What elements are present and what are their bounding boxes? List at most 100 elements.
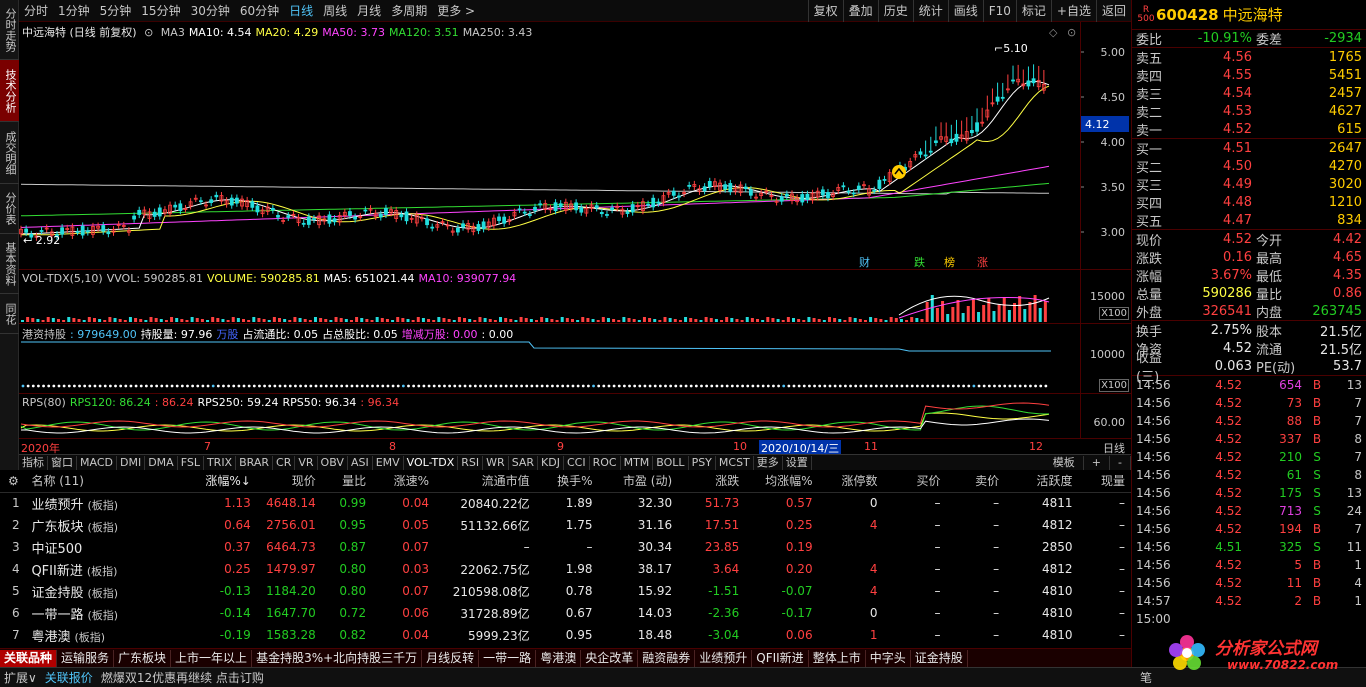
book-row[interactable]: 卖五 4.56 1765 <box>1132 48 1366 67</box>
col-speed[interactable]: 涨速% <box>372 470 435 493</box>
vtab-trades[interactable]: 成交明细 <box>0 122 19 184</box>
sector-name-cell[interactable]: QFII新进 (板指) <box>31 558 188 580</box>
table-row[interactable]: 3 中证500 0.37 6464.73 0.87 0.07 – – 30.34 23.85 0.1… <box>0 536 1131 558</box>
sector-name-cell[interactable]: 广东板块 (板指) <box>31 514 188 536</box>
col-diff[interactable]: 涨跌 <box>678 470 746 493</box>
signal-icon[interactable] <box>892 165 906 179</box>
indicator-right-0[interactable]: 模板 <box>1045 455 1084 470</box>
sector-tab-1[interactable]: 运输服务 <box>57 649 115 667</box>
indicator-tab-16[interactable]: SAR <box>509 455 539 470</box>
book-row[interactable]: 卖一 4.52 615 <box>1132 120 1366 139</box>
sector-name-cell[interactable]: 证金持股 (板指) <box>31 580 188 602</box>
indicator-tab-9[interactable]: VR <box>295 455 318 470</box>
volume-panel[interactable]: VOL-TDX(5,10) VVOL: 590285.81 VOLUME: 5902… <box>19 270 1131 324</box>
indicator-tab-18[interactable]: CCI <box>564 455 590 470</box>
history-button[interactable]: 历史 <box>877 0 913 22</box>
col-price[interactable]: 现价 <box>256 470 322 493</box>
book-row[interactable]: 买二 4.50 4270 <box>1132 157 1366 176</box>
book-row[interactable]: 卖三 4.54 2457 <box>1132 84 1366 103</box>
period-5[interactable]: 30分钟 <box>186 2 235 19</box>
rps-panel[interactable]: RPS(80) RPS120: 86.24: 86.24 RPS250: 59.24… <box>19 394 1131 438</box>
indicator-tab-8[interactable]: CR <box>273 455 296 470</box>
col-ask[interactable]: 卖价 <box>946 470 1006 493</box>
sector-tab-4[interactable]: 基金持股3%+北向持股三千万 <box>252 649 423 667</box>
restore-rights-button[interactable]: 复权 <box>807 0 843 22</box>
book-row[interactable]: 卖四 4.55 5451 <box>1132 66 1366 85</box>
draw-button[interactable]: 画线 <box>947 0 983 22</box>
indicator-tab-14[interactable]: RSI <box>458 455 484 470</box>
table-row[interactable]: 4 QFII新进 (板指) 0.25 1479.97 0.80 0.03 22062.75亿 1… <box>0 558 1131 580</box>
indicator-tab-5[interactable]: FSL <box>178 455 204 470</box>
indicator-tab-15[interactable]: WR <box>483 455 509 470</box>
sector-name-cell[interactable]: 业绩预升 (板指) <box>31 492 188 514</box>
book-row[interactable]: 买三 4.49 3020 <box>1132 175 1366 194</box>
add-watchlist-button[interactable]: +自选 <box>1050 0 1096 22</box>
period-3[interactable]: 5分钟 <box>95 2 137 19</box>
indicator-tab-4[interactable]: DMA <box>145 455 178 470</box>
overlay-button[interactable]: 叠加 <box>842 0 878 22</box>
col-activity[interactable]: 活跃度 <box>1005 470 1079 493</box>
event-marker[interactable]: 跌 <box>914 255 925 269</box>
sector-tab-7[interactable]: 粤港澳 <box>536 649 582 667</box>
table-row[interactable]: 7 粤港澳 (板指) -0.19 1583.28 0.82 0.04 5999.23亿 0.95… <box>0 624 1131 646</box>
col-bid[interactable]: 买价 <box>883 470 947 493</box>
indicator-tab-2[interactable]: MACD <box>77 455 117 470</box>
col-name[interactable]: 名称 (11) <box>31 470 189 493</box>
period-9[interactable]: 月线 <box>352 2 386 19</box>
sector-tab-9[interactable]: 融资融券 <box>638 649 696 667</box>
indicator-tab-22[interactable]: PSY <box>689 455 716 470</box>
indicator-tab-23[interactable]: MCST <box>716 455 754 470</box>
indicator-right-2[interactable]: - <box>1110 455 1131 470</box>
col-pe[interactable]: 市盈 (动) <box>598 470 679 493</box>
sector-tab-13[interactable]: 中字头 <box>866 649 911 667</box>
price-chart[interactable]: 5.004.504.003.503.00⌐5.10← 2.924.12财跌榜涨◇… <box>19 22 1131 270</box>
indicator-tab-12[interactable]: EMV <box>373 455 404 470</box>
sector-name-cell[interactable]: 粤港澳 (板指) <box>31 624 188 646</box>
indicator-tab-6[interactable]: TRIX <box>204 455 237 470</box>
indicator-tab-20[interactable]: MTM <box>621 455 654 470</box>
stats-button[interactable]: 统计 <box>912 0 948 22</box>
col-avg[interactable]: 均涨幅% <box>745 470 819 493</box>
indicator-tab-19[interactable]: ROC <box>590 455 621 470</box>
event-marker[interactable]: 财 <box>859 255 870 269</box>
sector-tab-3[interactable]: 上市一年以上 <box>171 649 253 667</box>
sector-tab-12[interactable]: 整体上市 <box>809 649 866 667</box>
vtab-timeshare[interactable]: 分时走势 <box>0 0 19 60</box>
period-more[interactable]: 更多 > <box>432 2 480 19</box>
indicator-tab-25[interactable]: 设置 <box>783 455 812 470</box>
table-row[interactable]: 6 一带一路 (板指) -0.14 1647.70 0.72 0.06 31728.89亿 0.… <box>0 602 1131 624</box>
book-row[interactable]: 买一 4.51 2647 <box>1132 139 1366 158</box>
vtab-profile[interactable]: 基本资料 <box>0 234 19 294</box>
period-10[interactable]: 多周期 <box>386 2 432 19</box>
book-row[interactable]: 卖二 4.53 4627 <box>1132 102 1366 121</box>
vtab-f10[interactable]: 同花F10 <box>0 294 19 334</box>
sector-tab-8[interactable]: 央企改革 <box>581 649 639 667</box>
event-marker[interactable]: 涨 <box>977 256 988 269</box>
indicator-tab-7[interactable]: BRAR <box>236 455 274 470</box>
vtab-price-table[interactable]: 分价表 <box>0 184 19 234</box>
table-settings-icon[interactable]: ⚙ <box>0 470 32 493</box>
sector-tab-6[interactable]: 一带一路 <box>479 649 537 667</box>
period-4[interactable]: 15分钟 <box>136 2 185 19</box>
sector-tab-10[interactable]: 业绩预升 <box>695 649 753 667</box>
table-row[interactable]: 2 广东板块 (板指) 0.64 2756.01 0.95 0.05 51132.66亿 1.7… <box>0 514 1131 536</box>
indicator-tab-24[interactable]: 更多 <box>754 455 783 470</box>
related-quote-link[interactable]: 关联报价 <box>41 669 97 686</box>
sector-name-cell[interactable]: 中证500 <box>31 536 188 558</box>
price-panel[interactable]: 中远海特 (日线 前复权) ⊙ MA3 MA10: 4.54 MA20: 4.29 M… <box>19 22 1131 270</box>
period-2[interactable]: 1分钟 <box>53 2 95 19</box>
indicator-tab-1[interactable]: 窗口 <box>48 455 77 470</box>
mark-button[interactable]: 标记 <box>1015 0 1051 22</box>
col-limit[interactable]: 涨停数 <box>818 470 884 493</box>
f10-button[interactable]: F10 <box>982 0 1016 22</box>
indicator-right-1[interactable]: + <box>1084 455 1111 470</box>
indicator-tab-13[interactable]: VOL-TDX <box>404 455 459 470</box>
col-cap[interactable]: 流通市值 <box>434 470 536 493</box>
indicator-tab-10[interactable]: OBV <box>318 455 348 470</box>
col-change[interactable]: 涨幅%↓ <box>188 470 257 493</box>
sector-tab-0[interactable]: 关联品种 <box>0 649 58 667</box>
table-row[interactable]: 1 业绩预升 (板指) 1.13 4648.14 0.99 0.04 20840.22亿 1.8… <box>0 492 1131 514</box>
close-panel-icon[interactable]: ⊙ <box>1067 26 1076 39</box>
expand-button[interactable]: 扩展∨ <box>0 669 41 686</box>
sector-tab-14[interactable]: 证金持股 <box>911 649 968 667</box>
